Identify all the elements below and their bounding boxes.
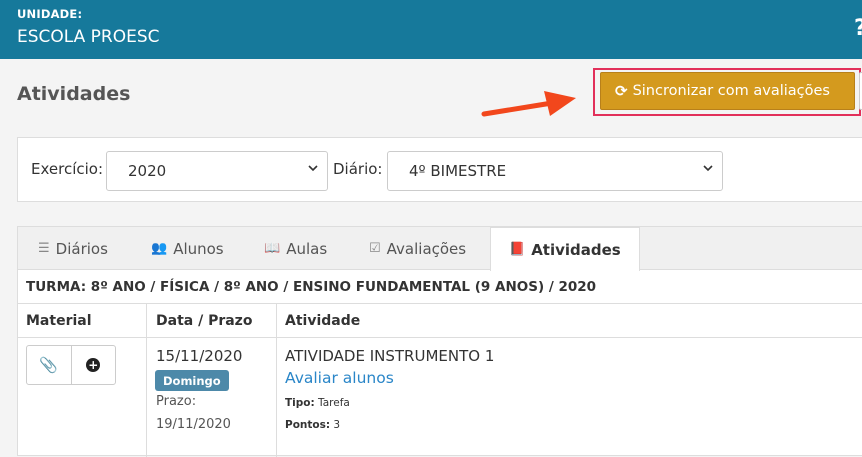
column-header-material: Material: [26, 313, 92, 329]
unit-name: ESCOLA PROESC: [17, 27, 160, 47]
tab-label: Atividades: [531, 240, 621, 259]
prazo-date: 19/11/2020: [156, 417, 231, 432]
chevron-down-icon: [308, 165, 318, 172]
day-badge: Domingo: [155, 370, 229, 391]
exercicio-select[interactable]: 2020: [106, 151, 328, 191]
divider: [276, 303, 277, 457]
filter-panel: Exercício: 2020 Diário: 4º BIMESTRE: [17, 137, 862, 202]
activity-name: ATIVIDADE INSTRUMENTO 1: [285, 347, 495, 365]
turma-title: TURMA: 8º ANO / FÍSICA / 8º ANO / ENSINO…: [26, 279, 597, 295]
pontos-value: 3: [333, 419, 341, 431]
divider: [18, 337, 862, 338]
check-square-icon: ☑: [369, 241, 381, 256]
arrow-annotation-icon: [481, 91, 576, 117]
column-header-data-prazo: Data / Prazo: [156, 313, 253, 329]
sync-button[interactable]: ⟳ Sincronizar com avaliações: [600, 72, 855, 110]
users-icon: 👥: [151, 241, 168, 256]
tab-aulas[interactable]: 📖 Aulas: [264, 227, 327, 270]
exercicio-label: Exercício:: [31, 160, 104, 178]
divider: [18, 303, 862, 304]
tab-label: Avaliações: [386, 239, 467, 258]
exercicio-value: 2020: [128, 162, 167, 180]
prazo-label: Prazo:: [156, 394, 197, 409]
tab-label: Alunos: [173, 239, 224, 258]
tabs-panel: ☰ Diários 👥 Alunos 📖 Aulas ☑ Avaliações …: [17, 226, 862, 457]
tab-label: Diários: [55, 239, 108, 258]
activity-tipo: Tipo: Tarefa: [285, 397, 350, 409]
pontos-label: Pontos:: [285, 419, 331, 431]
tab-alunos[interactable]: 👥 Alunos: [151, 227, 224, 270]
attach-button[interactable]: 📎: [27, 346, 71, 384]
refresh-icon: ⟳: [615, 82, 628, 100]
diario-select[interactable]: 4º BIMESTRE: [387, 151, 723, 191]
diario-label: Diário:: [333, 160, 383, 178]
page-title: Atividades: [17, 83, 131, 105]
add-material-button[interactable]: +: [70, 346, 116, 384]
question-icon[interactable]: ?: [854, 16, 862, 41]
unit-label: UNIDADE:: [17, 7, 83, 21]
diario-value: 4º BIMESTRE: [409, 162, 507, 180]
book-open-icon: 📖: [264, 241, 281, 256]
chevron-down-icon: [703, 165, 713, 172]
column-header-atividade: Atividade: [285, 313, 361, 329]
tab-diarios[interactable]: ☰ Diários: [38, 227, 108, 270]
book-icon: 📕: [509, 242, 526, 257]
tab-label: Aulas: [286, 239, 328, 258]
tab-bar: ☰ Diários 👥 Alunos 📖 Aulas ☑ Avaliações …: [18, 227, 862, 271]
tipo-label: Tipo:: [285, 397, 315, 409]
activity-date: 15/11/2020: [156, 347, 243, 365]
divider: [146, 303, 147, 457]
plus-circle-icon: +: [86, 358, 101, 372]
tab-atividades[interactable]: 📕 Atividades: [490, 227, 640, 271]
top-header: UNIDADE: ESCOLA PROESC ?: [0, 0, 862, 59]
tab-avaliacoes[interactable]: ☑ Avaliações: [369, 227, 466, 270]
paperclip-icon: 📎: [39, 356, 59, 374]
avaliar-alunos-link[interactable]: Avaliar alunos: [285, 369, 394, 387]
sync-button-label: Sincronizar com avaliações: [632, 83, 830, 99]
material-button-group: 📎 +: [26, 345, 116, 385]
list-icon: ☰: [38, 241, 50, 256]
tipo-value: Tarefa: [318, 397, 350, 409]
activity-pontos: Pontos: 3: [285, 419, 340, 431]
